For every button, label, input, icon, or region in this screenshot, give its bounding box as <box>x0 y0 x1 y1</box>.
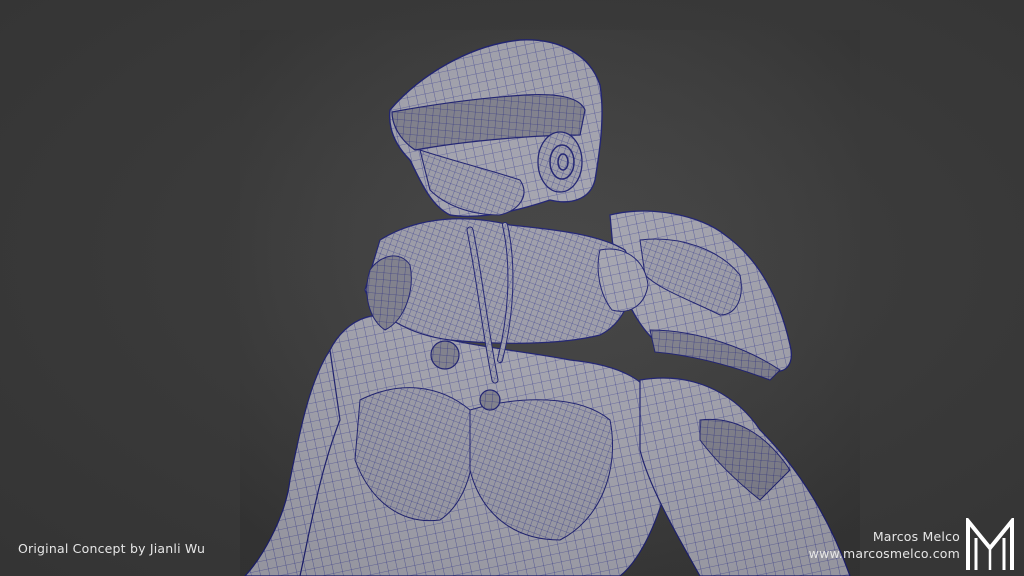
wireframe-armor-render <box>0 0 1024 576</box>
artist-logo <box>965 518 1015 572</box>
concept-credit: Original Concept by Jianli Wu <box>18 541 205 556</box>
artist-credit: Marcos Melco www.marcosmelco.com <box>809 528 960 562</box>
artist-url: www.marcosmelco.com <box>809 545 960 562</box>
render-canvas: Original Concept by Jianli Wu Marcos Mel… <box>0 0 1024 576</box>
artist-name: Marcos Melco <box>809 528 960 545</box>
